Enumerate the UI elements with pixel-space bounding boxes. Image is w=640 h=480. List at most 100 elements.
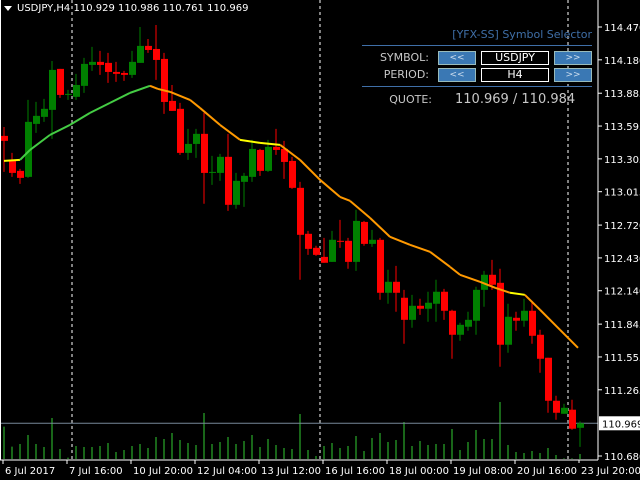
- time-tick-label: 13 Jul 12:00: [261, 466, 321, 477]
- candle-body: [33, 115, 40, 124]
- candle-body: [401, 297, 408, 320]
- candle-body: [137, 45, 144, 63]
- candle-body: [105, 62, 112, 72]
- moving-average-segment: [189, 99, 201, 109]
- quote-value: 110.969 / 110.984: [455, 92, 576, 107]
- candle-body: [337, 240, 344, 242]
- candle-body: [209, 171, 216, 173]
- time-tick-label: 12 Jul 04:00: [197, 466, 257, 477]
- moving-average-segment: [449, 266, 461, 276]
- candle-body: [553, 400, 560, 413]
- candle-body: [345, 240, 352, 262]
- time-tick-label: 6 Jul 2017: [5, 466, 55, 477]
- candle-body: [129, 61, 136, 75]
- candle-body: [145, 45, 152, 50]
- candle-body: [425, 302, 432, 309]
- panel-title: [YFX-SS] Symbol Selector: [452, 28, 592, 41]
- candle-body: [457, 324, 464, 335]
- symbol-label: SYMBOL:: [379, 51, 429, 64]
- price-tick-label: 112.430: [604, 254, 640, 265]
- moving-average-segment: [109, 91, 131, 104]
- candle-body: [305, 233, 312, 249]
- moving-average-segment: [509, 291, 525, 296]
- candle-body: [433, 291, 440, 304]
- price-tick-label: 112.720: [604, 221, 640, 232]
- candle-body: [81, 63, 88, 86]
- candle-body: [241, 175, 248, 182]
- time-tick-label: 7 Jul 16:00: [69, 466, 123, 477]
- time-tick-label: 18 Jul 00:00: [389, 466, 449, 477]
- price-tick-label: 113.015: [604, 188, 640, 199]
- moving-average-segment: [69, 112, 91, 126]
- candle-body: [153, 48, 160, 60]
- candle-body: [265, 146, 272, 171]
- moving-average-segment: [299, 159, 321, 181]
- moving-average-segment: [389, 235, 411, 246]
- period-next-button[interactable]: >>: [554, 68, 592, 82]
- dropdown-triangle-icon[interactable]: [4, 5, 12, 11]
- candle-body: [49, 69, 56, 110]
- candle-body: [505, 316, 512, 345]
- candle-body: [529, 310, 536, 336]
- candle-body: [545, 357, 552, 401]
- moving-average-segment: [559, 329, 579, 349]
- current-price-label: 110.969: [602, 419, 640, 430]
- moving-average-segment: [339, 195, 351, 202]
- candle-body: [369, 239, 376, 244]
- candle-body: [393, 281, 400, 293]
- price-tick-label: 111.555: [604, 353, 640, 364]
- candle-body: [233, 180, 240, 205]
- time-tick-label: 19 Jul 08:00: [453, 466, 513, 477]
- candle-body: [177, 108, 184, 153]
- price-tick-label: 113.885: [604, 89, 640, 100]
- candle-body: [257, 149, 264, 171]
- moving-average-segment: [29, 134, 51, 151]
- candle-body: [417, 305, 424, 309]
- period-prev-button[interactable]: <<: [438, 68, 476, 82]
- candle-body: [185, 143, 192, 153]
- candle-body: [1, 135, 8, 141]
- candle-body: [329, 239, 336, 262]
- moving-average-segment: [199, 107, 221, 126]
- moving-average-segment: [259, 141, 281, 146]
- price-tick-label: 111.265: [604, 386, 640, 397]
- candle-body: [217, 156, 224, 173]
- moving-average-segment: [3, 158, 21, 162]
- candle-body: [361, 221, 368, 244]
- candle-body: [97, 61, 104, 65]
- candle-body: [473, 289, 480, 321]
- moving-average-segment: [429, 251, 451, 268]
- symbol-field[interactable]: USDJPY: [481, 51, 549, 65]
- price-tick-label: 111.845: [604, 320, 640, 331]
- price-tick-label: 110.680: [604, 452, 640, 463]
- ohlc-readout: 110.929 110.986 110.761 110.969: [73, 3, 249, 14]
- candle-body: [385, 281, 392, 293]
- price-tick-label: 113.305: [604, 155, 640, 166]
- candle-body: [441, 291, 448, 311]
- price-tick-label: 114.470: [604, 23, 640, 34]
- moving-average-segment: [369, 217, 391, 238]
- candle-body: [73, 84, 80, 97]
- candle-body: [409, 305, 416, 320]
- symbol-next-button[interactable]: >>: [554, 51, 592, 65]
- moving-average-segment: [129, 84, 151, 94]
- candle-body: [569, 409, 576, 429]
- candle-body: [465, 319, 472, 327]
- candle-body: [513, 317, 520, 321]
- panel-divider: [362, 86, 592, 87]
- candle-body: [489, 274, 496, 285]
- candle-body: [497, 282, 504, 345]
- period-field[interactable]: H4: [481, 68, 549, 82]
- candle-body: [449, 310, 456, 335]
- candle-body: [121, 72, 128, 75]
- candle-body: [321, 256, 328, 263]
- period-label: PERIOD:: [383, 68, 429, 81]
- candle-body: [561, 407, 568, 414]
- symbol-prev-button[interactable]: <<: [438, 51, 476, 65]
- candle-body: [41, 108, 48, 117]
- candle-body: [249, 148, 256, 177]
- candle-body: [89, 61, 96, 65]
- chart-header: USDJPY,H4 110.929 110.986 110.761 110.96…: [4, 3, 248, 14]
- price-tick-label: 114.180: [604, 56, 640, 67]
- candle-body: [201, 133, 208, 173]
